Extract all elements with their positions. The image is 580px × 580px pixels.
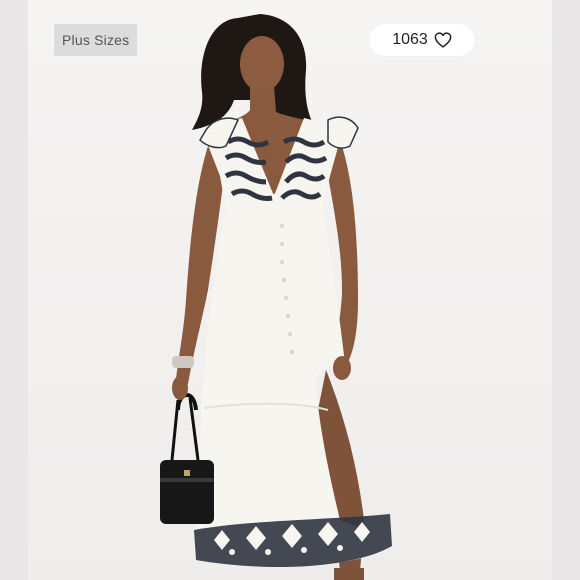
right-gutter	[552, 0, 580, 580]
plus-sizes-badge: Plus Sizes	[54, 24, 138, 56]
plus-sizes-label: Plus Sizes	[62, 32, 130, 48]
like-button[interactable]: 1063	[369, 24, 475, 56]
product-photo-card[interactable]: Plus Sizes 1063	[28, 0, 552, 580]
heart-outline-icon	[434, 32, 452, 48]
product-photo	[160, 14, 392, 580]
left-gutter	[0, 0, 28, 580]
like-count: 1063	[392, 31, 428, 48]
